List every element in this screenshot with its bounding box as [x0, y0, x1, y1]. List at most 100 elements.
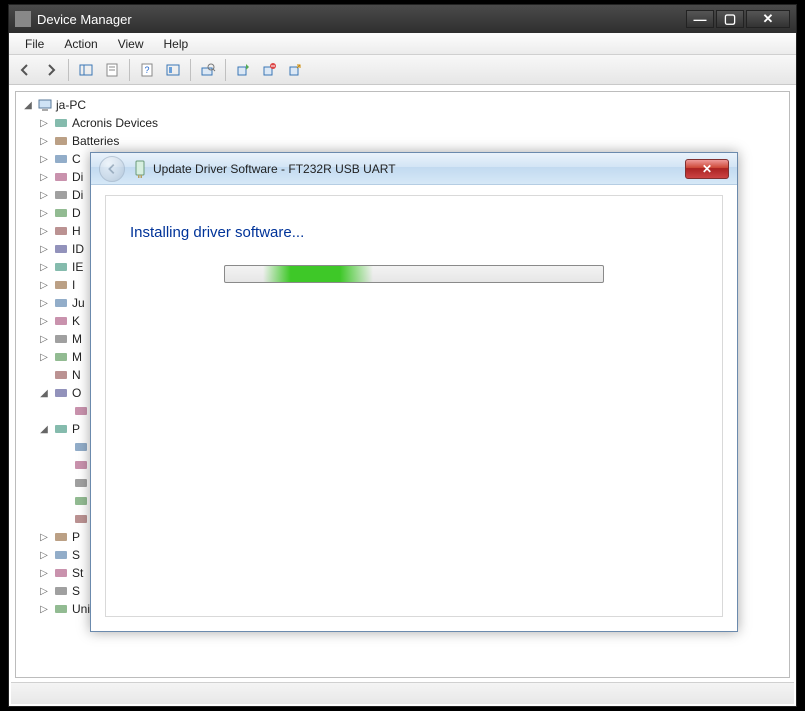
- expand-icon[interactable]: ▷: [38, 172, 50, 183]
- expand-icon[interactable]: ▷: [38, 586, 50, 597]
- toolbar-separator: [68, 59, 69, 81]
- expand-icon[interactable]: ▷: [38, 568, 50, 579]
- category-icon: [53, 313, 69, 329]
- dialog-title: Update Driver Software - FT232R USB UART: [153, 162, 685, 176]
- update-driver-button[interactable]: [231, 58, 255, 82]
- expand-icon[interactable]: ▷: [38, 334, 50, 345]
- tree-item-label: S: [72, 584, 80, 598]
- expand-icon[interactable]: ▷: [38, 154, 50, 165]
- expand-icon[interactable]: ▷: [38, 352, 50, 363]
- tree-item-label: IE: [72, 260, 83, 274]
- expand-icon[interactable]: ▷: [38, 190, 50, 201]
- menubar: File Action View Help: [9, 33, 796, 55]
- properties-button[interactable]: [100, 58, 124, 82]
- expand-icon[interactable]: ▷: [38, 118, 50, 129]
- help-button[interactable]: ?: [135, 58, 159, 82]
- maximize-button[interactable]: ▢: [716, 10, 744, 28]
- action-button[interactable]: [161, 58, 185, 82]
- close-button[interactable]: ✕: [746, 10, 790, 28]
- tree-item-label: St: [72, 566, 83, 580]
- dialog-back-button: [99, 156, 125, 182]
- tree-item-label: H: [72, 224, 81, 238]
- expand-icon[interactable]: ▷: [38, 550, 50, 561]
- menu-help[interactable]: Help: [154, 35, 199, 53]
- device-icon: [73, 493, 89, 509]
- tree-item-label: M: [72, 332, 82, 346]
- tree-item-label: C: [72, 152, 81, 166]
- expand-icon[interactable]: ▷: [38, 298, 50, 309]
- category-icon: [53, 277, 69, 293]
- progress-bar: [224, 265, 604, 283]
- expand-icon[interactable]: ◢: [22, 100, 34, 111]
- device-icon: [133, 160, 147, 178]
- category-icon: [53, 115, 69, 131]
- disable-button[interactable]: [283, 58, 307, 82]
- tree-item-label: Di: [72, 188, 83, 202]
- show-hide-tree-button[interactable]: [74, 58, 98, 82]
- tree-item[interactable]: ▷ Batteries: [18, 132, 787, 150]
- category-icon: [53, 241, 69, 257]
- toolbar-separator: [225, 59, 226, 81]
- tree-item[interactable]: ▷ Acronis Devices: [18, 114, 787, 132]
- tree-item-label: P: [72, 530, 80, 544]
- category-icon: [53, 187, 69, 203]
- expand-icon[interactable]: ▷: [38, 280, 50, 291]
- expand-icon[interactable]: ▷: [38, 532, 50, 543]
- category-icon: [53, 295, 69, 311]
- device-icon: [73, 475, 89, 491]
- category-icon: [53, 565, 69, 581]
- category-icon: [53, 259, 69, 275]
- expand-icon[interactable]: ◢: [38, 424, 50, 435]
- category-icon: [53, 583, 69, 599]
- category-icon: [53, 421, 69, 437]
- category-icon: [53, 151, 69, 167]
- category-icon: [53, 349, 69, 365]
- expand-icon[interactable]: ▷: [38, 208, 50, 219]
- menu-action[interactable]: Action: [54, 35, 107, 53]
- menu-view[interactable]: View: [108, 35, 154, 53]
- category-icon: [53, 385, 69, 401]
- device-icon: [73, 511, 89, 527]
- back-button[interactable]: [13, 58, 37, 82]
- tree-item-label: Di: [72, 170, 83, 184]
- toolbar-separator: [129, 59, 130, 81]
- app-icon: [15, 11, 31, 27]
- tree-item-label: O: [72, 386, 81, 400]
- forward-button[interactable]: [39, 58, 63, 82]
- expand-icon[interactable]: ▷: [38, 316, 50, 327]
- progress-indicator: [263, 266, 373, 282]
- scan-hardware-button[interactable]: [196, 58, 220, 82]
- tree-item-label: I: [72, 278, 75, 292]
- minimize-button[interactable]: —: [686, 10, 714, 28]
- expand-icon[interactable]: ▷: [38, 244, 50, 255]
- device-icon: [73, 439, 89, 455]
- tree-item-label: Batteries: [72, 134, 119, 148]
- expand-icon[interactable]: ◢: [38, 388, 50, 399]
- window-title: Device Manager: [37, 12, 684, 27]
- toolbar-separator: [190, 59, 191, 81]
- expand-icon[interactable]: ▷: [38, 226, 50, 237]
- titlebar[interactable]: Device Manager — ▢ ✕: [9, 5, 796, 33]
- tree-item-label: D: [72, 206, 81, 220]
- expand-icon[interactable]: ▷: [38, 262, 50, 273]
- category-icon: [53, 547, 69, 563]
- tree-item-label: S: [72, 548, 80, 562]
- category-icon: [53, 529, 69, 545]
- category-icon: [53, 367, 69, 383]
- dialog-close-button[interactable]: ✕: [685, 159, 729, 179]
- tree-item-label: Acronis Devices: [72, 116, 158, 130]
- svg-text:?: ?: [144, 65, 149, 75]
- dialog-titlebar[interactable]: Update Driver Software - FT232R USB UART…: [91, 153, 737, 185]
- computer-icon: [37, 97, 53, 113]
- progress-container: [130, 265, 698, 283]
- uninstall-button[interactable]: [257, 58, 281, 82]
- update-driver-dialog: Update Driver Software - FT232R USB UART…: [90, 152, 738, 632]
- tree-root[interactable]: ◢ ja-PC: [18, 96, 787, 114]
- expand-icon[interactable]: ▷: [38, 604, 50, 615]
- tree-item-label: M: [72, 350, 82, 364]
- tree-item-label: N: [72, 368, 81, 382]
- expand-icon[interactable]: ▷: [38, 136, 50, 147]
- menu-file[interactable]: File: [15, 35, 54, 53]
- toolbar: ?: [9, 55, 796, 85]
- tree-item-label: ID: [72, 242, 84, 256]
